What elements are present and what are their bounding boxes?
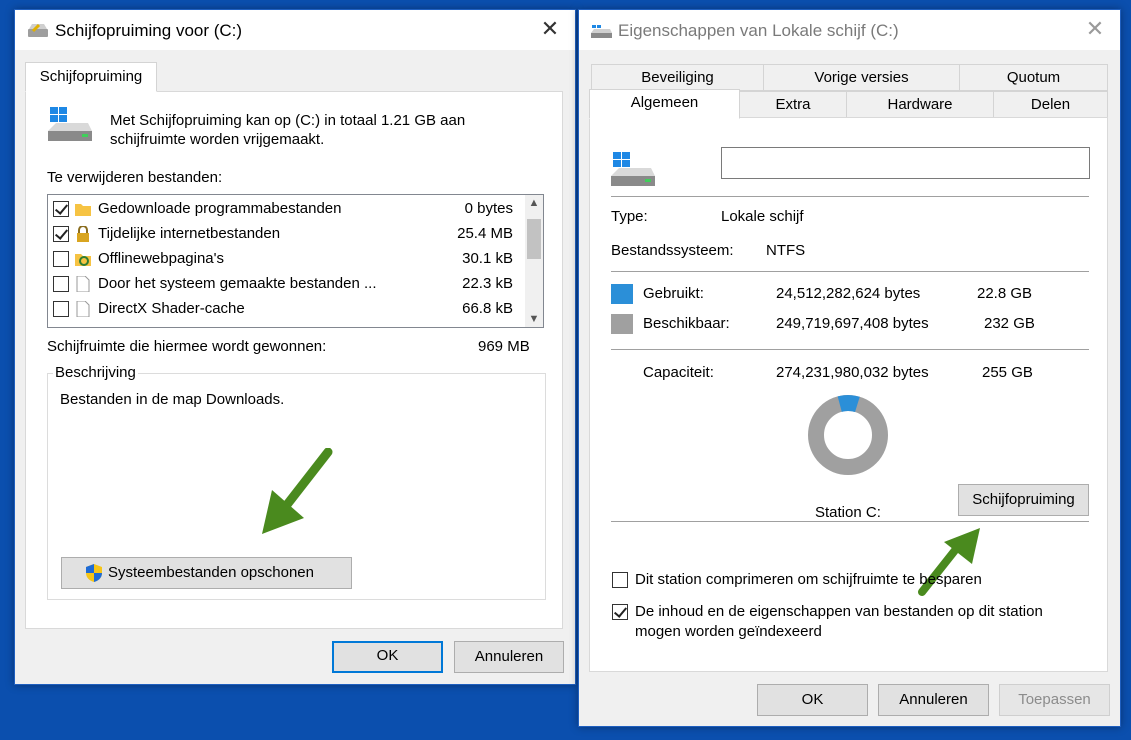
file-name: Tijdelijke internetbestanden [98,225,281,242]
capacity-bytes: 274,231,980,032 bytes [776,364,929,381]
file-size: 0 bytes [464,200,513,217]
index-label-line1: De inhoud en de eigenschappen van bestan… [635,603,1043,620]
tab-panel: Type: Lokale schijf Bestandssysteem: NTF… [589,117,1108,672]
file-checkbox[interactable] [53,226,69,242]
disk-usage-donut [808,395,888,475]
intro-text-line2: schijfruimte worden vrijgemaakt. [110,131,325,148]
clean-system-files-label: Systeembestanden opschonen [108,564,314,581]
disk-cleanup-button[interactable]: Schijfopruiming [958,484,1089,516]
tab-schijfopruiming[interactable]: Schijfopruiming [25,62,157,92]
capacity-gb: 255 GB [982,364,1033,381]
list-item[interactable]: Gedownloade programmabestanden 0 bytes [48,197,525,222]
capacity-label: Capaciteit: [643,364,714,381]
tab-extra[interactable]: Extra [739,91,847,118]
ok-button[interactable]: OK [332,641,443,673]
free-color-swatch [611,314,633,334]
tab-algemeen[interactable]: Algemeen [589,89,740,119]
station-label: Station C: [815,504,881,521]
tab-hardware[interactable]: Hardware [846,91,994,118]
file-size: 30.1 kB [462,250,513,267]
drive-icon [28,23,48,37]
used-gb: 22.8 GB [977,285,1033,302]
list-item[interactable]: Tijdelijke internetbestanden 25.4 MB [48,222,525,247]
file-checkbox[interactable] [53,276,69,292]
close-icon[interactable]: ✕ [533,16,567,44]
clean-system-files-button[interactable]: Systeembestanden opschonen [61,557,352,589]
file-name: DirectX Shader-cache [98,300,245,317]
windows-drive-icon [48,107,92,141]
lock-icon [77,226,89,242]
disk-cleanup-window: Schijfopruiming voor (C:) ✕ Schijfopruim… [14,9,576,685]
tab-vorige-versies[interactable]: Vorige versies [763,64,960,91]
fs-label: Bestandssysteem: [611,242,734,259]
file-name: Offlinewebpagina's [98,250,225,267]
free-gb: 232 GB [984,315,1035,332]
window-title: Schijfopruiming voor (C:) [55,21,243,40]
apply-button[interactable]: Toepassen [999,684,1110,716]
type-value: Lokale schijf [721,208,804,225]
cancel-button[interactable]: Annuleren [454,641,564,673]
file-name: Door het systeem gemaakte bestanden ... [98,275,377,292]
tab-beveiliging[interactable]: Beveiliging [591,64,764,91]
ok-button[interactable]: OK [757,684,868,716]
used-color-swatch [611,284,633,304]
free-label: Beschikbaar: [643,315,730,332]
uac-shield-icon [86,564,102,582]
gain-label: Schijfruimte die hiermee wordt gewonnen: [47,338,327,355]
compress-checkbox[interactable] [612,572,628,588]
separator [611,521,1089,522]
green-arrow-annotation [262,448,333,534]
close-icon[interactable]: ✕ [1078,16,1112,44]
description-label: Beschrijving [53,364,138,381]
file-size: 25.4 MB [457,225,513,242]
window-title: Eigenschappen van Lokale schijf (C:) [618,21,899,40]
drive-name-input[interactable] [721,147,1090,179]
separator [611,349,1089,350]
folder-icon [75,204,91,216]
used-label: Gebruikt: [643,285,704,302]
tab-quotum[interactable]: Quotum [959,64,1108,91]
tab-delen[interactable]: Delen [993,91,1108,118]
scroll-up-icon[interactable]: ▲ [525,197,543,209]
gain-value: 969 MB [478,338,530,355]
list-scrollbar[interactable]: ▲ ▼ [525,195,543,327]
scroll-thumb[interactable] [527,219,541,259]
file-icon [76,276,90,292]
tab-panel: Met Schijfopruiming kan op (C:) in totaa… [25,91,563,629]
list-item[interactable]: DirectX Shader-cache 66.8 kB [48,297,525,322]
windows-drive-icon [611,152,655,186]
list-item[interactable]: Door het systeem gemaakte bestanden ... … [48,272,525,297]
separator [611,196,1089,197]
scroll-down-icon[interactable]: ▼ [525,313,543,325]
list-item[interactable]: Offlinewebpagina's 30.1 kB [48,247,525,272]
intro-text-line1: Met Schijfopruiming kan op (C:) in totaa… [110,112,466,129]
file-checkbox[interactable] [53,201,69,217]
index-checkbox[interactable] [612,604,628,620]
drive-icon [591,25,612,38]
used-bytes: 24,512,282,624 bytes [776,285,921,302]
files-label: Te verwijderen bestanden: [47,169,223,186]
file-icon [76,301,90,317]
free-bytes: 249,719,697,408 bytes [776,315,929,332]
file-checkbox[interactable] [53,301,69,317]
type-label: Type: [611,208,648,225]
file-name: Gedownloade programmabestanden [98,200,342,217]
cancel-button[interactable]: Annuleren [878,684,989,716]
title-bar[interactable]: Eigenschappen van Lokale schijf (C:) ✕ [579,10,1120,50]
file-size: 22.3 kB [462,275,513,292]
title-bar[interactable]: Schijfopruiming voor (C:) ✕ [15,10,575,50]
sync-folder-icon [75,254,91,266]
donut-free-ring [808,395,888,475]
compress-label: Dit station comprimeren om schijfruimte … [635,571,982,588]
file-checkbox[interactable] [53,251,69,267]
file-list[interactable]: Gedownloade programmabestanden 0 bytes T… [47,194,544,328]
file-size: 66.8 kB [462,300,513,317]
drive-properties-window: Eigenschappen van Lokale schijf (C:) ✕ B… [578,9,1121,727]
description-text: Bestanden in de map Downloads. [60,391,285,408]
fs-value: NTFS [766,242,806,259]
separator [611,271,1089,272]
index-label-line2: mogen worden geïndexeerd [635,623,822,640]
